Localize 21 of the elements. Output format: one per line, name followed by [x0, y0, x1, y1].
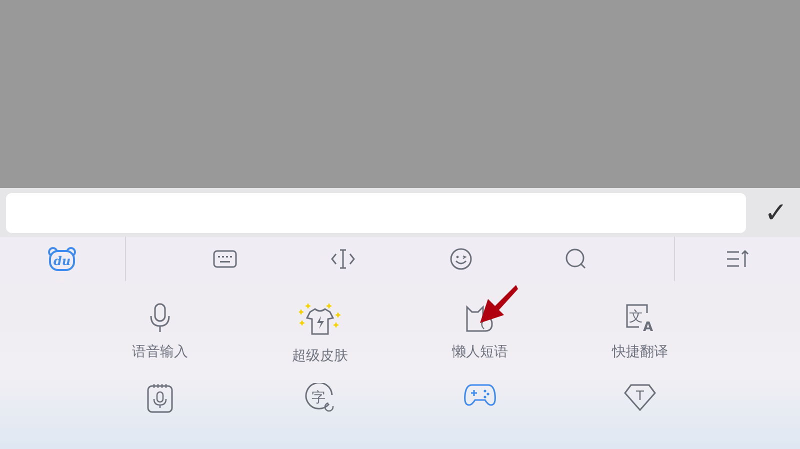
toolbar-button[interactable]: [210, 248, 239, 270]
keyboard-icon: [212, 250, 237, 268]
sleeping-cat-icon: [465, 303, 495, 333]
sparkling-shirt-icon: [299, 303, 341, 337]
confirm-button[interactable]: ✓: [758, 192, 794, 232]
gamepad-icon: [464, 383, 496, 407]
collapse-icon: [726, 249, 750, 269]
feature-button[interactable]: 文 A 快捷翻译: [565, 303, 715, 361]
feature-button[interactable]: 语音输入: [85, 303, 235, 361]
input-field[interactable]: [6, 192, 746, 232]
feature-button[interactable]: 懒人短语: [405, 303, 555, 361]
voice-memo-icon: [147, 383, 173, 413]
toolbar-button[interactable]: [448, 246, 474, 272]
cursor-icon: [330, 248, 356, 270]
diamond-text-icon: T: [624, 383, 656, 411]
feature-button[interactable]: T: [565, 383, 715, 411]
feature-button[interactable]: 超级皮肤: [245, 303, 395, 365]
smiley-icon: [450, 248, 472, 270]
search-icon: [565, 248, 588, 270]
feature-button[interactable]: 字: [245, 383, 395, 413]
microphone-icon: [149, 303, 171, 333]
